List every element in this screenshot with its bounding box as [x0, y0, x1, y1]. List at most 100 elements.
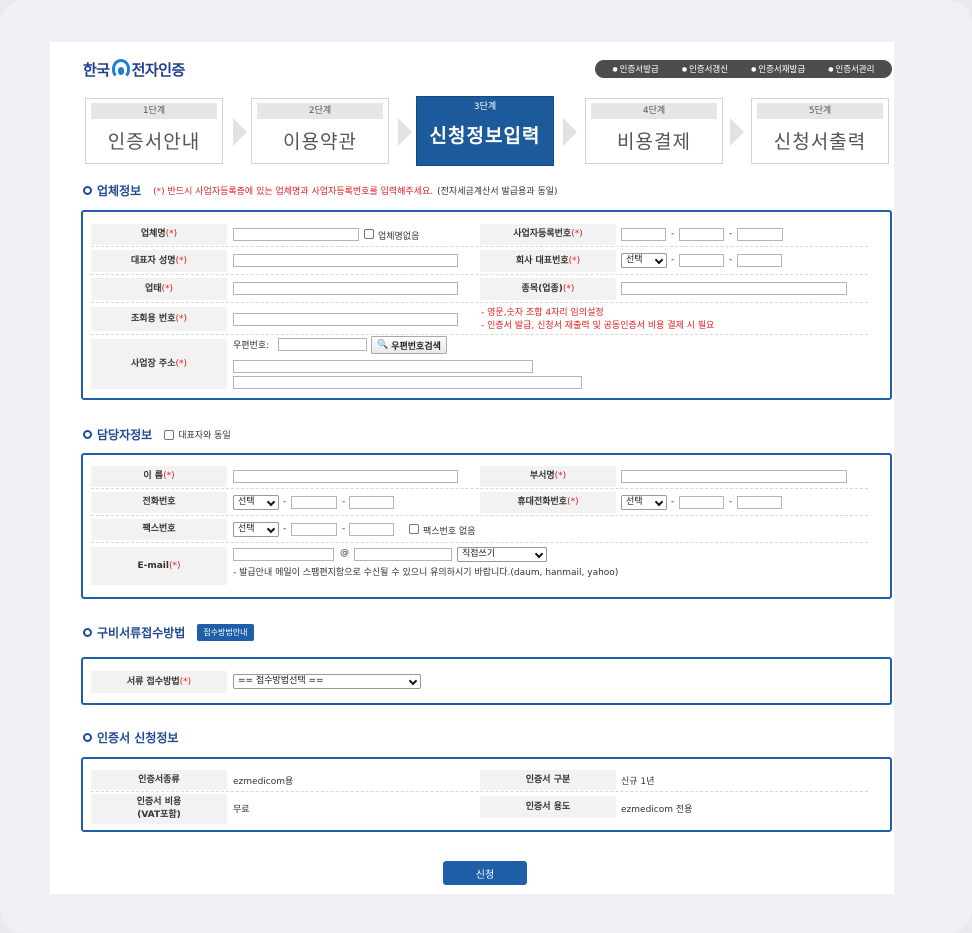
address-input-2[interactable]: [233, 376, 582, 389]
company-row-2: 대표자 성명 (*) 회사 대표번호 (*) 선택 - -: [91, 247, 868, 275]
mobile-input-3[interactable]: [737, 496, 782, 509]
logo-mark-icon: [111, 59, 130, 79]
company-note: (*) 반드시 사업자등록증에 있는 업체명과 사업자등록번호를 입력해주세요.: [153, 187, 434, 197]
same-as-ceo[interactable]: 대표자와 동일: [164, 428, 231, 441]
contact-row-2: 전화번호 선택 - - 휴대전화번호 (*) 선택 - -: [91, 489, 868, 516]
fax-input-2[interactable]: [291, 523, 337, 536]
docs-method-label: 서류 접수방법 (*): [91, 671, 227, 693]
tel-input-3[interactable]: [349, 496, 394, 509]
no-fax-label: 팩스번호 없음: [423, 527, 476, 537]
contact-name-input[interactable]: [233, 470, 458, 483]
section-title: 업체정보: [97, 184, 142, 198]
same-as-ceo-checkbox[interactable]: [164, 429, 175, 440]
step-label: 인증서안내: [107, 131, 201, 153]
search-icon: 🔍: [377, 340, 389, 350]
section-bullet-icon: [83, 430, 92, 439]
menu-reissue[interactable]: 인증서재발급: [751, 63, 805, 75]
cert-row-2: 인증서 비용 (VAT포함) 무료 인증서 용도 ezmedicom 전용: [91, 792, 868, 826]
mobile-label: 휴대전화번호 (*): [480, 492, 616, 513]
cert-info: 인증서종류 ezmedicom용 인증서 구분 신규 1년 인증서 비용 (VA…: [81, 757, 892, 832]
step-number: 1단계: [91, 103, 217, 119]
bizitem-label: 종목(업종) (*): [480, 278, 616, 300]
cert-type-label: 인증서종류: [91, 770, 227, 790]
step-label: 이용약관: [283, 131, 357, 153]
dept-input[interactable]: [621, 470, 847, 483]
cert-section-header: 인증서 신청정보: [83, 729, 178, 746]
mobile-select[interactable]: 선택: [621, 495, 667, 510]
email-label: E-mail (*): [91, 547, 227, 585]
ceo-name-label: 대표자 성명 (*): [91, 250, 227, 272]
step-arrow-icon: [398, 118, 412, 146]
top-menu: 인증서발급 인증서갱신 인증서재발급 인증서관리: [595, 60, 892, 78]
menu-renew[interactable]: 인증서갱신: [682, 63, 728, 75]
company-phone-select[interactable]: 선택: [621, 253, 667, 268]
menu-issue[interactable]: 인증서발급: [613, 63, 659, 75]
mobile-input-2[interactable]: [679, 496, 724, 509]
company-phone-input-2[interactable]: [679, 254, 724, 267]
menu-manage[interactable]: 인증서관리: [828, 63, 874, 75]
step-arrow-icon: [233, 118, 247, 146]
company-section-header: 업체정보 (*) 반드시 사업자등록증에 있는 업체명과 사업자등록번호를 입력…: [83, 182, 558, 199]
submit-button[interactable]: 신청: [443, 861, 527, 885]
company-name-input[interactable]: [233, 228, 359, 241]
email-domain-input[interactable]: [354, 548, 452, 561]
bizno-input-2[interactable]: [679, 228, 724, 241]
step-number: 3단계: [473, 102, 497, 112]
step-3-active: 3단계 신청정보입력: [416, 96, 554, 166]
step-4: 4단계 비용결제: [585, 98, 723, 164]
step-5: 5단계 신청서출력: [751, 98, 889, 164]
contact-name-label: 이 름 (*): [91, 466, 227, 487]
step-arrow-icon: [730, 118, 744, 146]
contact-section-header: 담당자정보 대표자와 동일: [83, 426, 231, 443]
lookup-number-label: 조회용 번호 (*): [91, 307, 227, 331]
tel-input-2[interactable]: [291, 496, 337, 509]
lookup-number-input[interactable]: [233, 313, 458, 326]
section-title: 인증서 신청정보: [97, 731, 179, 745]
cert-row-1: 인증서종류 ezmedicom용 인증서 구분 신규 1년: [91, 768, 868, 792]
step-number: 4단계: [591, 103, 717, 119]
company-phone-input-3[interactable]: [737, 254, 782, 267]
logo-text-right: 전자인증: [131, 60, 186, 79]
zip-input[interactable]: [278, 338, 367, 351]
step-2: 2단계 이용약관: [251, 98, 389, 164]
brand-logo[interactable]: 한국 전자인증: [83, 56, 185, 82]
step-label: 신청서출력: [773, 131, 867, 153]
docs-guide-button[interactable]: 접수방법안내: [197, 624, 254, 641]
lookup-note-1: - 영문,숫자 조합 4자리 임의설정: [481, 308, 604, 318]
biztype-label: 업태 (*): [91, 278, 227, 300]
cert-type-value: ezmedicom용: [233, 777, 294, 787]
address-input-1[interactable]: [233, 360, 533, 373]
zip-search-button[interactable]: 🔍 우편번호검색: [371, 336, 447, 354]
email-domain-select[interactable]: 직접쓰기: [457, 547, 547, 562]
ceo-name-input[interactable]: [233, 254, 458, 267]
background-card: 한국 전자인증 인증서발급 인증서갱신 인증서재발급 인증서관리 1단계 인증서…: [0, 0, 972, 933]
section-bullet-icon: [83, 733, 92, 742]
fax-input-3[interactable]: [349, 523, 394, 536]
dept-label: 부서명 (*): [480, 466, 616, 487]
bizno-input-3[interactable]: [737, 228, 783, 241]
company-form: 업체명 (*) 업체명없음 사업자등록번호 (*) - - 대표자 성명 (*) 회사…: [81, 210, 892, 400]
fax-label: 팩스번호: [91, 519, 227, 540]
tel-select[interactable]: 선택: [233, 495, 279, 510]
docs-row: 서류 접수방법 (*) == 접수방법선택 ==: [91, 669, 868, 695]
contact-row-3: 팩스번호 선택 - - 팩스번호 없음: [91, 516, 868, 543]
cert-cost-value: 무료: [233, 805, 250, 815]
address-label: 사업장 주소 (*): [91, 339, 227, 389]
application-page: 한국 전자인증 인증서발급 인증서갱신 인증서재발급 인증서관리 1단계 인증서…: [50, 42, 894, 894]
fax-select[interactable]: 선택: [233, 522, 279, 537]
cert-usage-value: ezmedicom 전용: [621, 805, 693, 815]
bizno-label: 사업자등록번호 (*): [480, 224, 616, 245]
step-number: 5단계: [757, 103, 883, 119]
email-note: - 발급안내 메일이 스팸편지함으로 수신될 수 있으니 유의하시기 바랍니다.…: [233, 568, 619, 578]
bizno-input-1[interactable]: [621, 228, 666, 241]
no-company-name-label: 업체명없음: [378, 232, 420, 242]
biztype-input[interactable]: [233, 282, 458, 295]
tel-label: 전화번호: [91, 492, 227, 513]
no-fax-checkbox[interactable]: [409, 524, 419, 534]
no-company-name-checkbox[interactable]: [364, 229, 374, 239]
bizitem-input[interactable]: [621, 282, 847, 295]
email-id-input[interactable]: [233, 548, 334, 561]
docs-method-select[interactable]: == 접수방법선택 ==: [233, 674, 421, 689]
contact-row-1: 이 름 (*) 부서명 (*): [91, 464, 868, 489]
company-row-5: 사업장 주소 (*) 우편번호: 🔍 우편번호검색: [91, 335, 868, 391]
